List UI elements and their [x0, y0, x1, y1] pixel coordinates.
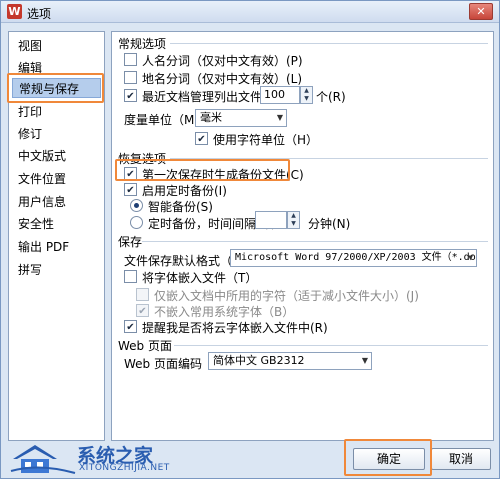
spin-up-icon[interactable]: ▲ [288, 212, 299, 220]
section-title-web: Web 页面 [118, 339, 172, 353]
recent-docs-checkbox[interactable] [124, 89, 137, 102]
chevron-down-icon: ▼ [361, 356, 368, 365]
default-format-select[interactable]: Microsoft Word 97/2000/XP/2003 文件（*.doc）… [230, 249, 477, 267]
sidebar-item-chinese-layout[interactable]: 中文版式 [12, 146, 101, 166]
sidebar-item-output-pdf[interactable]: 输出 PDF [12, 237, 101, 257]
remind-cloud-fonts-checkbox[interactable] [124, 320, 137, 333]
dialog-title: 选项 [27, 7, 52, 21]
recent-docs-spinner[interactable]: ▲ ▼ [300, 86, 313, 104]
sidebar-item-security[interactable]: 安全性 [12, 214, 101, 234]
place-name-label: 地名分词（仅对中文有效）(L) [142, 72, 303, 86]
options-content: 常规选项 人名分词（仅对中文有效）(P) 地名分词（仅对中文有效）(L) 最近文… [111, 31, 494, 441]
smart-backup-radio[interactable] [130, 199, 143, 212]
char-unit-checkbox[interactable] [195, 132, 208, 145]
section-title-general: 常规选项 [118, 37, 167, 51]
wps-app-icon: W [7, 4, 22, 19]
section-divider [170, 43, 488, 44]
embed-used-only-checkbox[interactable] [136, 288, 149, 301]
highlight-box-first-save-backup [115, 159, 290, 181]
skip-common-fonts-checkbox[interactable] [136, 304, 149, 317]
skip-common-fonts-label: 不嵌入常用系统字体（B） [154, 305, 295, 319]
default-format-value: Microsoft Word 97/2000/XP/2003 文件（*.doc） [235, 252, 477, 263]
section-divider [174, 345, 488, 346]
options-dialog: W 选项 ✕ 视图 编辑 常规与保存 打印 修订 中文版式 文件位置 用户信息 … [0, 0, 500, 479]
chevron-down-icon: ▼ [276, 113, 283, 122]
highlight-box-sidebar [7, 73, 104, 103]
measure-unit-value: 毫米 [200, 111, 222, 124]
spin-up-icon[interactable]: ▲ [301, 87, 312, 95]
recent-docs-unit: 个(R) [316, 90, 346, 104]
char-unit-label: 使用字符单位（H） [213, 133, 319, 147]
person-name-checkbox[interactable] [124, 53, 137, 66]
spin-down-icon[interactable]: ▼ [288, 220, 299, 228]
embed-used-only-label: 仅嵌入文档中所用的字符（适于减小文件大小）(J) [154, 289, 419, 303]
interval-unit: 分钟(N) [308, 217, 351, 231]
interval-backup-radio[interactable] [130, 216, 143, 229]
timed-backup-label: 启用定时备份(I) [142, 184, 227, 198]
interval-spinner[interactable]: ▲ ▼ [287, 211, 300, 229]
cancel-button[interactable]: 取消 [431, 448, 491, 470]
close-icon[interactable]: ✕ [469, 3, 493, 20]
sidebar-item-revision[interactable]: 修订 [12, 124, 101, 144]
sidebar-item-user-info[interactable]: 用户信息 [12, 192, 101, 212]
watermark-url: XITONGZHIJIA.NET [79, 463, 170, 473]
recent-docs-count-input[interactable]: 100 [260, 86, 300, 104]
smart-backup-label: 智能备份(S) [148, 200, 213, 214]
place-name-checkbox[interactable] [124, 71, 137, 84]
sidebar-item-spelling[interactable]: 拼写 [12, 260, 101, 280]
interval-minutes-input[interactable] [255, 211, 287, 229]
spin-down-icon[interactable]: ▼ [301, 95, 312, 103]
sidebar-item-print[interactable]: 打印 [12, 102, 101, 122]
sidebar-item-view[interactable]: 视图 [12, 36, 101, 56]
remind-cloud-fonts-label: 提醒我是否将云字体嵌入文件中(R) [142, 321, 328, 335]
person-name-label: 人名分词（仅对中文有效）(P) [142, 54, 303, 68]
embed-fonts-label: 将字体嵌入文件（T） [142, 271, 258, 285]
embed-fonts-checkbox[interactable] [124, 270, 137, 283]
section-divider [142, 241, 488, 242]
measure-unit-select[interactable]: 毫米 ▼ [195, 109, 287, 127]
web-encoding-select[interactable]: 简体中文 GB2312 ▼ [208, 352, 372, 370]
chevron-down-icon: ▼ [468, 253, 473, 262]
sidebar-item-file-location[interactable]: 文件位置 [12, 169, 101, 189]
timed-backup-checkbox[interactable] [124, 183, 137, 196]
highlight-box-ok [344, 439, 432, 476]
web-encoding-value: 简体中文 GB2312 [213, 354, 305, 367]
section-title-save: 保存 [118, 235, 143, 249]
house-logo-icon [10, 445, 76, 474]
title-bar: W 选项 ✕ [1, 1, 499, 23]
